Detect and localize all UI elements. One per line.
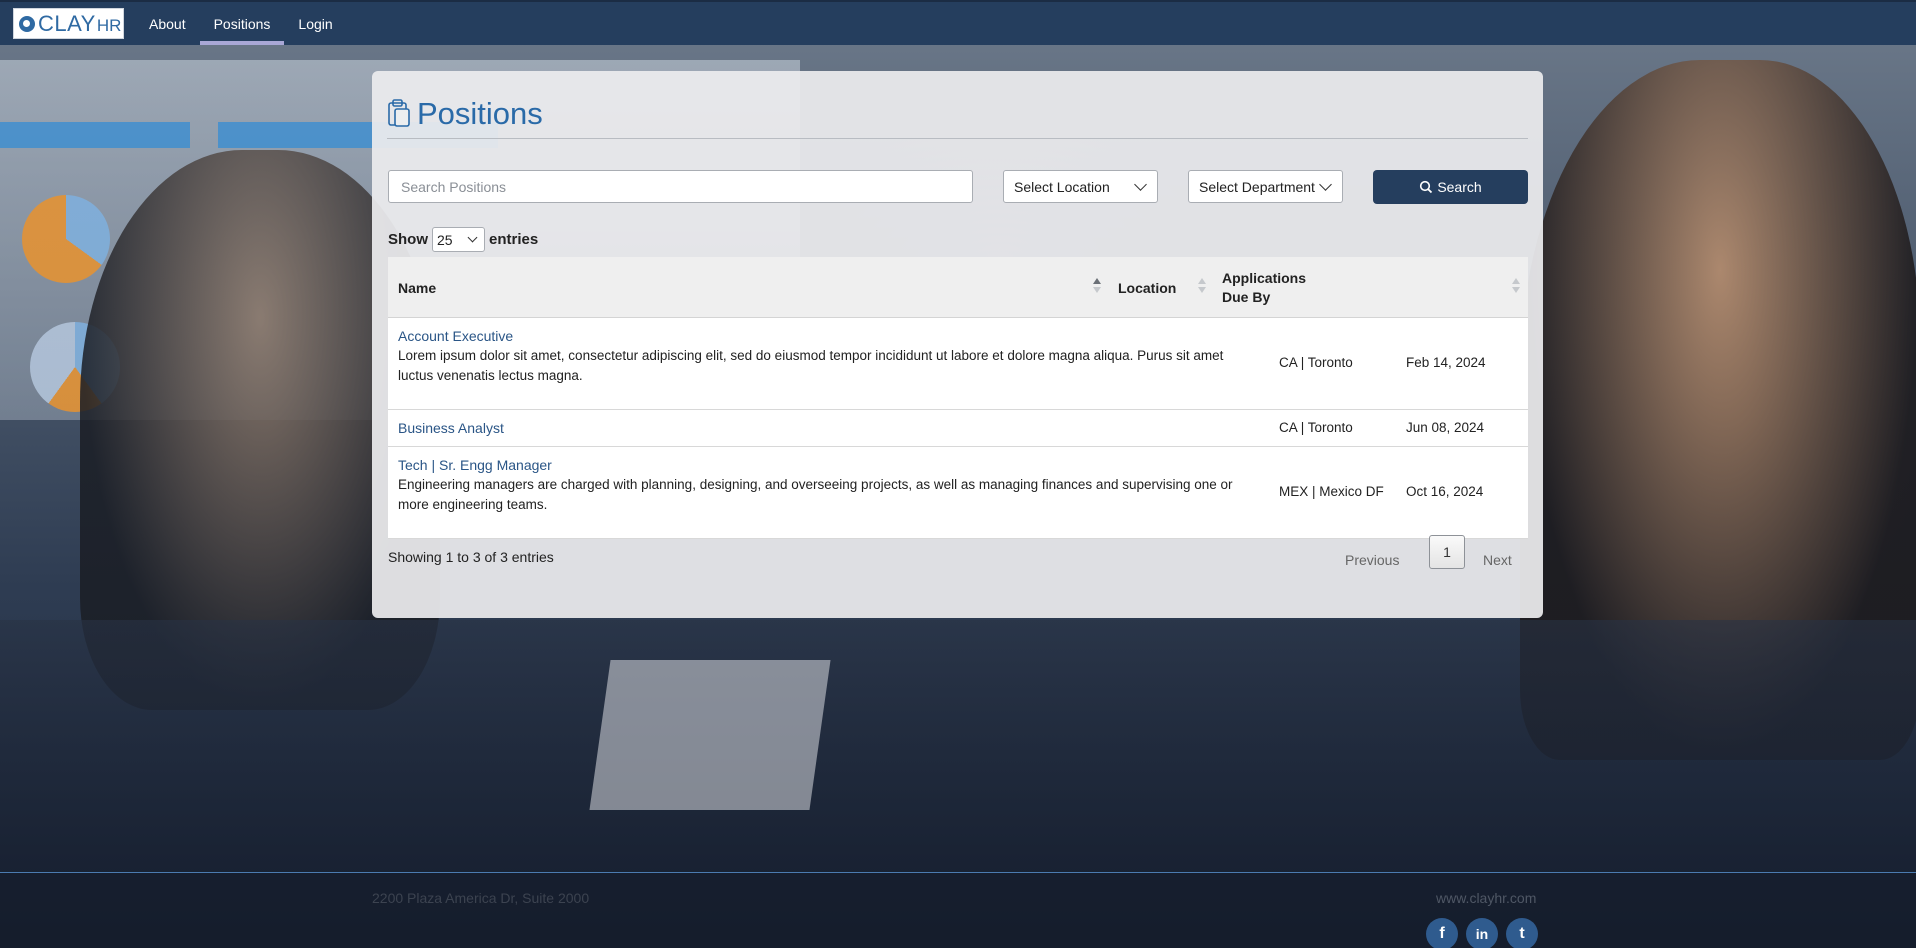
location-select-label: Select Location bbox=[1014, 178, 1110, 195]
table-header: Name Location Applications Due By bbox=[388, 257, 1528, 318]
logo-text: CLAY bbox=[38, 10, 96, 36]
table-row: Business Analyst CA | Toronto Jun 08, 20… bbox=[388, 410, 1528, 447]
due-date-cell: Oct 16, 2024 bbox=[1406, 484, 1484, 499]
table-row: Account Executive Lorem ipsum dolor sit … bbox=[388, 318, 1528, 410]
positions-table: Name Location Applications Due By Accoun… bbox=[388, 257, 1528, 539]
page-title: Positions bbox=[417, 95, 543, 131]
search-button-label: Search bbox=[1437, 179, 1482, 195]
chevron-down-icon bbox=[1134, 178, 1147, 191]
page-length-select[interactable]: 25 bbox=[432, 227, 485, 252]
entries-label: entries bbox=[489, 231, 539, 248]
position-description: Lorem ipsum dolor sit amet, consectetur … bbox=[398, 348, 1224, 383]
footer-address: 2200 Plaza America Dr, Suite 2000 bbox=[372, 890, 590, 906]
nav-positions[interactable]: Positions bbox=[199, 2, 285, 45]
column-header-due[interactable]: Applications Due By bbox=[1222, 257, 1306, 318]
social-links: f in t bbox=[1426, 918, 1538, 948]
position-cell: Tech | Sr. Engg Manager Engineering mana… bbox=[398, 455, 1238, 515]
twitter-icon[interactable]: t bbox=[1506, 918, 1538, 948]
position-cell: Account Executive Lorem ipsum dolor sit … bbox=[398, 326, 1238, 386]
next-page-button[interactable]: Next bbox=[1483, 552, 1512, 568]
board-strip bbox=[0, 122, 190, 148]
location-cell: CA | Toronto bbox=[1279, 355, 1353, 370]
position-cell: Business Analyst bbox=[398, 418, 1238, 438]
location-cell: MEX | Mexico DF bbox=[1279, 484, 1384, 499]
sort-icon[interactable] bbox=[1198, 278, 1206, 296]
chevron-down-icon bbox=[467, 232, 478, 243]
column-header-location[interactable]: Location bbox=[1118, 257, 1176, 318]
logo-mark-icon bbox=[19, 15, 35, 32]
tablet bbox=[589, 660, 831, 810]
column-header-due-label: Applications Due By bbox=[1222, 269, 1307, 305]
due-date-cell: Jun 08, 2024 bbox=[1406, 420, 1485, 435]
nav-login[interactable]: Login bbox=[284, 2, 346, 45]
search-button[interactable]: Search bbox=[1373, 170, 1528, 204]
top-navbar: CLAY HR About Positions Login bbox=[0, 0, 1916, 45]
position-description: Engineering managers are charged with pl… bbox=[398, 477, 1233, 512]
position-link[interactable]: Business Analyst bbox=[398, 418, 1238, 438]
positions-panel: Positions Select Location Select Departm… bbox=[372, 71, 1543, 618]
current-page-button[interactable]: 1 bbox=[1429, 535, 1465, 569]
due-date-cell: Feb 14, 2024 bbox=[1406, 355, 1486, 370]
department-select-label: Select Department bbox=[1199, 178, 1315, 195]
footer: 2200 Plaza America Dr, Suite 2000 www.cl… bbox=[0, 873, 1916, 948]
position-link[interactable]: Account Executive bbox=[398, 326, 1238, 346]
clayhr-logo[interactable]: CLAY HR bbox=[13, 8, 124, 39]
search-icon bbox=[1420, 180, 1433, 194]
board-pie bbox=[22, 195, 110, 283]
show-label: Show bbox=[388, 231, 428, 248]
previous-page-button[interactable]: Previous bbox=[1345, 552, 1399, 568]
clipboard-icon bbox=[387, 98, 411, 127]
position-link[interactable]: Tech | Sr. Engg Manager bbox=[398, 455, 1238, 475]
panel-header: Positions bbox=[387, 89, 1528, 139]
location-cell: CA | Toronto bbox=[1279, 420, 1353, 435]
nav-about[interactable]: About bbox=[135, 2, 200, 45]
table-row: Tech | Sr. Engg Manager Engineering mana… bbox=[388, 447, 1528, 539]
pagination: Previous 1 Next bbox=[372, 535, 1543, 577]
department-select[interactable]: Select Department bbox=[1188, 170, 1343, 203]
sort-asc-icon[interactable] bbox=[1093, 278, 1101, 296]
location-select[interactable]: Select Location bbox=[1003, 170, 1158, 203]
search-input[interactable] bbox=[388, 170, 973, 203]
chevron-down-icon bbox=[1319, 178, 1332, 191]
column-header-name[interactable]: Name bbox=[398, 257, 436, 318]
linkedin-icon[interactable]: in bbox=[1466, 918, 1498, 948]
logo-subtext: HR bbox=[96, 16, 122, 35]
sort-icon[interactable] bbox=[1512, 278, 1520, 296]
page-length-control: Show 25 entries bbox=[388, 227, 538, 252]
page-length-value: 25 bbox=[437, 231, 453, 248]
footer-website-link[interactable]: www.clayhr.com bbox=[1436, 890, 1536, 906]
facebook-icon[interactable]: f bbox=[1426, 918, 1458, 948]
